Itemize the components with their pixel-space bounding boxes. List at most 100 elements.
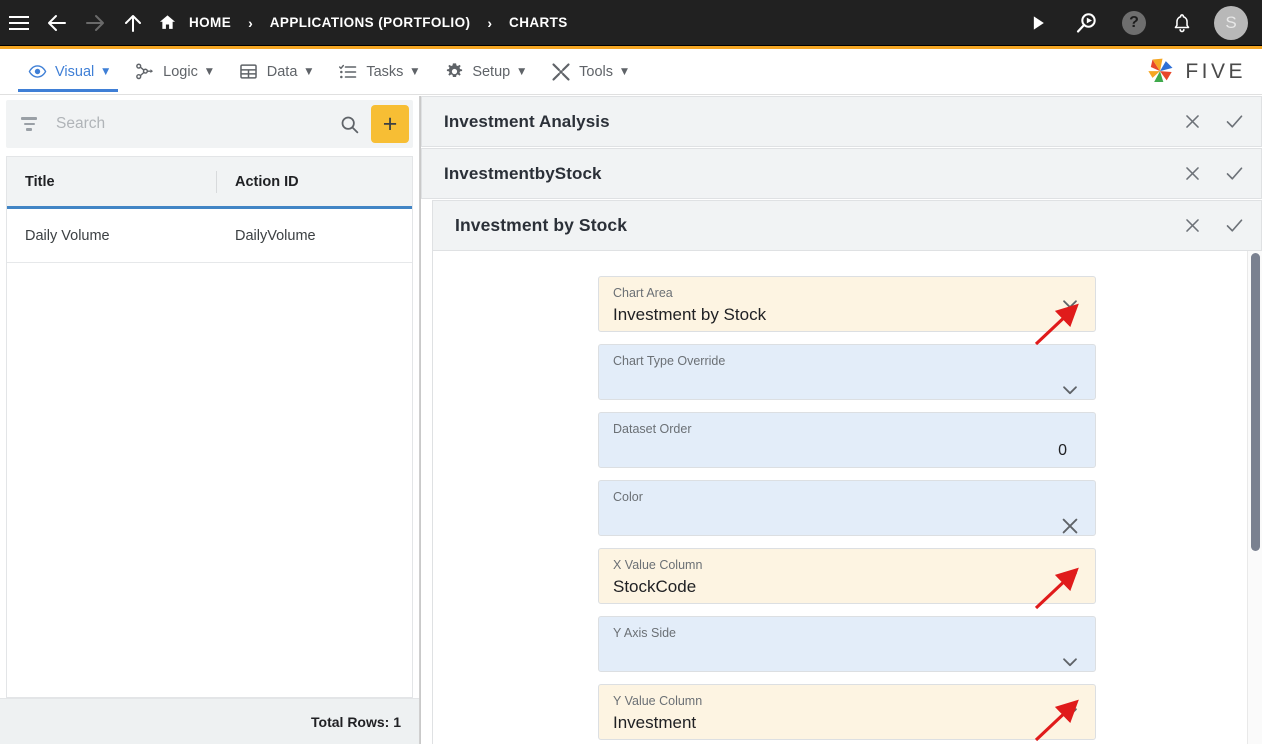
close-icon[interactable]: [1181, 215, 1203, 237]
search-input[interactable]: [42, 115, 331, 133]
tab-visual[interactable]: Visual ▼: [14, 49, 122, 95]
breadcrumb: HOME › APPLICATIONS (PORTFOLIO) › CHARTS: [158, 13, 572, 32]
column-header-action-id[interactable]: Action ID: [217, 174, 412, 190]
avatar[interactable]: S: [1214, 5, 1248, 40]
field-label: Chart Type Override: [613, 354, 726, 368]
chevron-down-icon[interactable]: [1059, 293, 1081, 315]
hamburger-icon: [9, 15, 29, 30]
cell-action-id: DailyVolume: [235, 227, 316, 244]
field-value: Investment by Stock: [613, 305, 767, 324]
tab-tasks-label: Tasks: [366, 63, 404, 80]
table-row[interactable]: Daily Volume DailyVolume: [7, 209, 412, 263]
notifications-button[interactable]: [1158, 0, 1206, 46]
panel-title: Investment Analysis: [444, 111, 610, 131]
check-icon[interactable]: [1223, 215, 1245, 237]
check-icon[interactable]: [1223, 111, 1245, 133]
field-value: 0: [1058, 442, 1067, 459]
filter-icon[interactable]: [16, 117, 42, 131]
five-pinwheel-icon: [1148, 58, 1173, 82]
tab-setup-label: Setup: [472, 63, 511, 80]
close-icon[interactable]: [1181, 111, 1203, 133]
tab-tools[interactable]: Tools ▼: [538, 49, 641, 95]
top-bar-actions: ? S: [1014, 0, 1262, 46]
run-icon: [1033, 15, 1044, 30]
forward-button[interactable]: [76, 0, 114, 46]
total-rows-label: Total Rows: 1: [311, 713, 401, 730]
field-label: Y Value Column: [613, 694, 703, 708]
help-button[interactable]: ?: [1110, 0, 1158, 46]
column-header-title[interactable]: Title: [7, 170, 217, 193]
field-label: Color: [613, 490, 643, 504]
breadcrumb-item-applications[interactable]: APPLICATIONS (PORTFOLIO): [266, 15, 475, 30]
tab-setup[interactable]: Setup ▼: [431, 49, 538, 95]
chart-dataset-form: Chart Area Investment by Stock Chart Typ…: [432, 251, 1262, 744]
field-x-value-column[interactable]: X Value Column StockCode: [598, 548, 1096, 604]
field-label: Y Axis Side: [613, 626, 677, 640]
panel-header-investment-analysis[interactable]: Investment Analysis: [421, 96, 1262, 147]
breadcrumb-item-charts[interactable]: CHARTS: [505, 15, 572, 30]
panel-actions: [1181, 163, 1261, 185]
table-empty-space: [7, 263, 412, 697]
clear-x-icon[interactable]: [1059, 515, 1081, 537]
chevron-down-icon[interactable]: [1059, 701, 1081, 723]
panel-title: InvestmentbyStock: [444, 163, 602, 183]
panel-header-investment-by-stock[interactable]: Investment by Stock: [432, 200, 1262, 251]
arrow-up-icon: [125, 14, 141, 32]
field-label: X Value Column: [613, 558, 703, 572]
module-menu-bar: Visual ▼ Logic ▼ Data ▼ Tasks ▼ Setup ▼ …: [0, 46, 1262, 95]
field-y-value-column[interactable]: Y Value Column Investment: [598, 684, 1096, 740]
field-value: StockCode: [613, 577, 697, 596]
add-record-button[interactable]: +: [371, 105, 409, 143]
table-footer: Total Rows: 1: [0, 698, 419, 744]
chevron-down-icon: ▼: [411, 66, 419, 77]
gear-icon: [444, 62, 464, 81]
back-button[interactable]: [38, 0, 76, 46]
panel-header-investmentbystock[interactable]: InvestmentbyStock: [421, 148, 1262, 199]
run-button[interactable]: [1014, 0, 1062, 46]
field-chart-type-override[interactable]: Chart Type Override: [598, 344, 1096, 400]
table-header-row: Title Action ID: [7, 157, 412, 209]
field-dataset-order[interactable]: Dataset Order 0: [598, 412, 1096, 468]
field-y-axis-side[interactable]: Y Axis Side: [598, 616, 1096, 672]
chevron-down-icon: ▼: [102, 66, 110, 77]
active-tab-indicator: [18, 88, 119, 92]
vertical-scrollbar[interactable]: [1247, 251, 1262, 744]
tab-tasks[interactable]: Tasks ▼: [325, 49, 431, 95]
panel-actions: [1181, 111, 1261, 133]
chevron-down-icon[interactable]: [1059, 379, 1081, 401]
check-icon[interactable]: [1223, 163, 1245, 185]
chevron-down-icon[interactable]: [1059, 565, 1081, 587]
tab-data-label: Data: [266, 63, 298, 80]
tab-logic[interactable]: Logic ▼: [122, 49, 226, 95]
chevron-down-icon: ▼: [621, 66, 628, 77]
field-color[interactable]: Color: [598, 480, 1096, 536]
chevron-down-icon[interactable]: [1059, 651, 1081, 673]
field-value: Investment: [613, 713, 697, 732]
checklist-icon: [338, 62, 358, 82]
brand-text: FIVE: [1185, 59, 1246, 83]
chevron-down-icon: ▼: [518, 66, 526, 77]
notifications-bell-icon: [1174, 13, 1190, 32]
close-icon[interactable]: [1181, 163, 1203, 185]
search-play-button[interactable]: [1062, 0, 1110, 46]
nodes-icon: [135, 62, 155, 82]
table-icon: [239, 62, 259, 81]
field-chart-area[interactable]: Chart Area Investment by Stock: [598, 276, 1096, 332]
top-navigation-bar: HOME › APPLICATIONS (PORTFOLIO) › CHARTS…: [0, 0, 1262, 46]
form-fields: Chart Area Investment by Stock Chart Typ…: [433, 251, 1261, 740]
tab-data[interactable]: Data ▼: [226, 49, 326, 95]
field-label: Dataset Order: [613, 422, 692, 436]
breadcrumb-item-home[interactable]: HOME: [185, 15, 235, 30]
panel-actions: [1181, 215, 1261, 237]
scrollbar-thumb[interactable]: [1251, 253, 1260, 551]
up-level-button[interactable]: [114, 0, 152, 46]
tab-logic-label: Logic: [163, 63, 198, 80]
search-bar: +: [6, 100, 413, 148]
search-icon[interactable]: [331, 114, 367, 135]
breadcrumb-separator: ›: [248, 14, 253, 31]
panel-title: Investment by Stock: [455, 215, 628, 235]
cell-title: Daily Volume: [25, 227, 110, 244]
eye-icon: [27, 62, 47, 81]
records-list-panel: + Title Action ID Daily Volume DailyVolu…: [0, 96, 420, 744]
hamburger-menu-button[interactable]: [0, 0, 38, 46]
